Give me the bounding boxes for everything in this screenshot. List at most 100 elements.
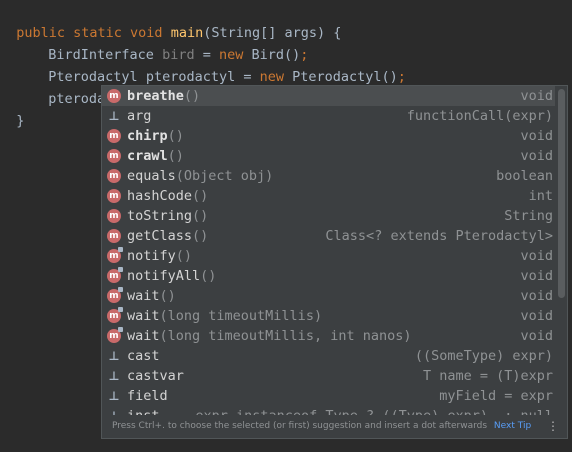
completion-item-params: () [159, 288, 176, 304]
completion-item-label: breathe() [127, 86, 200, 106]
completion-item-type: void [520, 248, 553, 264]
completion-item-type: void [520, 148, 553, 164]
completion-item-name: getClass [127, 228, 193, 244]
method-icon: m [107, 169, 121, 183]
completion-item-name: hashCode [127, 188, 193, 204]
completion-item[interactable]: m wait(long timeoutMillis) void [102, 306, 555, 326]
completion-item[interactable]: m notifyAll() void [102, 266, 555, 286]
code-semicolon: ; [397, 69, 406, 85]
live-template-icon: ⊥ [108, 349, 120, 363]
completion-item-params: () [167, 148, 184, 164]
method-icon: m [107, 287, 123, 303]
method-icon: m [107, 327, 123, 343]
completion-footer: Press Ctrl+. to choose the selected (or … [102, 415, 567, 438]
completion-item-params: () [192, 188, 209, 204]
completion-item-type: functionCall(expr) [406, 108, 553, 124]
completion-item-label: toString() [127, 206, 208, 226]
live-template-icon: ⊥ [108, 109, 120, 123]
code-eq: = [235, 69, 260, 85]
next-tip-link[interactable]: Next Tip [494, 421, 531, 431]
method-icon: m [107, 189, 121, 203]
completion-item-type: int [528, 188, 553, 204]
completion-list[interactable]: m breathe() void ⊥ arg functionCall(expr) m chi… [102, 86, 555, 417]
footer-hint: Press Ctrl+. to choose the selected (or … [112, 421, 488, 431]
completion-item-name: notifyAll [127, 268, 201, 284]
completion-item-name: wait [127, 308, 160, 324]
completion-item[interactable]: m chirp() void [102, 126, 555, 146]
completion-item-type: void [520, 88, 553, 104]
completion-scrollbar[interactable] [558, 89, 565, 298]
completion-item[interactable]: m wait(long timeoutMillis, int nanos) void [102, 326, 555, 346]
completion-item-name: equals [127, 168, 176, 184]
completion-item-type: void [520, 268, 553, 284]
completion-item-label: wait(long timeoutMillis) [127, 306, 322, 326]
completion-item-type: boolean [496, 168, 553, 184]
completion-item-label: hashCode() [127, 186, 208, 206]
completion-item-name: arg [127, 108, 152, 124]
completion-item-name: chirp [127, 128, 168, 144]
completion-item-name: wait [127, 288, 160, 304]
completion-item-label: notifyAll() [127, 266, 216, 286]
completion-item-type: Class<? extends Pterodactyl> [325, 228, 553, 244]
method-icon: m [107, 89, 121, 103]
completion-item-label: chirp() [127, 126, 184, 146]
completion-item-label: castvar [127, 366, 184, 386]
code-line-1[interactable]: public static void main(String[] args) { [0, 0, 341, 41]
completion-item-label: wait() [127, 286, 176, 306]
completion-item-name: notify [127, 248, 176, 264]
method-icon: m [107, 267, 123, 283]
completion-item-label: field [127, 386, 168, 406]
code-line-3[interactable]: Pterodactyl pterodactyl = new Pterodacty… [0, 44, 406, 85]
completion-item[interactable]: m getClass() Class<? extends Pterodactyl> [102, 226, 555, 246]
live-template-icon: ⊥ [108, 369, 120, 383]
completion-item[interactable]: m wait() void [102, 286, 555, 306]
more-options-icon[interactable]: ⋮ [547, 415, 559, 438]
method-icon: m [107, 307, 123, 323]
completion-item-params: (long timeoutMillis, int nanos) [159, 328, 412, 344]
completion-item-type: ((SomeType) expr) [414, 348, 553, 364]
completion-item-params: () [200, 268, 217, 284]
completion-item-name: toString [127, 208, 193, 224]
completion-item-label: cast [127, 346, 160, 366]
completion-item-name: crawl [127, 148, 168, 164]
completion-item[interactable]: m breathe() void [102, 86, 555, 106]
completion-item[interactable]: ⊥ arg functionCall(expr) [102, 106, 555, 126]
completion-item-type: void [520, 128, 553, 144]
code-line-2[interactable]: BirdInterface bird = new Bird(); [0, 22, 308, 63]
completion-item-params: () [192, 228, 209, 244]
completion-item-name: wait [127, 328, 160, 344]
completion-item-name: cast [127, 348, 160, 364]
method-icon: m [107, 209, 121, 223]
method-icon: m [107, 149, 121, 163]
completion-item[interactable]: m toString() String [102, 206, 555, 226]
completion-item[interactable]: ⊥ castvar T name = (T)expr [102, 366, 555, 386]
completion-item-label: arg [127, 106, 151, 126]
completion-item-params: () [192, 208, 209, 224]
completion-item[interactable]: m notify() void [102, 246, 555, 266]
completion-item-type: void [520, 288, 553, 304]
completion-item-label: equals(Object obj) [127, 166, 273, 186]
method-icon: m [107, 229, 121, 243]
completion-item-params: (Object obj) [175, 168, 274, 184]
completion-item-params: (long timeoutMillis) [159, 308, 323, 324]
completion-item[interactable]: ⊥ cast ((SomeType) expr) [102, 346, 555, 366]
completion-popup[interactable]: m breathe() void ⊥ arg functionCall(expr) m chi… [101, 85, 568, 439]
code-line-5[interactable]: } [0, 88, 24, 129]
completion-item-type: void [520, 308, 553, 324]
code-call: Pterodactyl() [292, 69, 398, 85]
completion-item-params: () [175, 248, 193, 264]
completion-item[interactable]: m equals(Object obj) boolean [102, 166, 555, 186]
method-icon: m [107, 247, 123, 263]
completion-item-name: castvar [127, 368, 184, 384]
completion-item-label: getClass() [127, 226, 208, 246]
completion-item-params: () [183, 88, 201, 104]
completion-item[interactable]: m crawl() void [102, 146, 555, 166]
completion-item-params: () [167, 128, 184, 144]
completion-item-name: field [127, 388, 168, 404]
completion-item[interactable]: ⊥ field myField = expr [102, 386, 555, 406]
completion-item[interactable]: m hashCode() int [102, 186, 555, 206]
code-keyword: new [259, 69, 293, 85]
completion-item-label: wait(long timeoutMillis, int nanos) [127, 326, 411, 346]
code-brace: } [16, 113, 25, 129]
completion-item-name: breathe [127, 88, 184, 104]
